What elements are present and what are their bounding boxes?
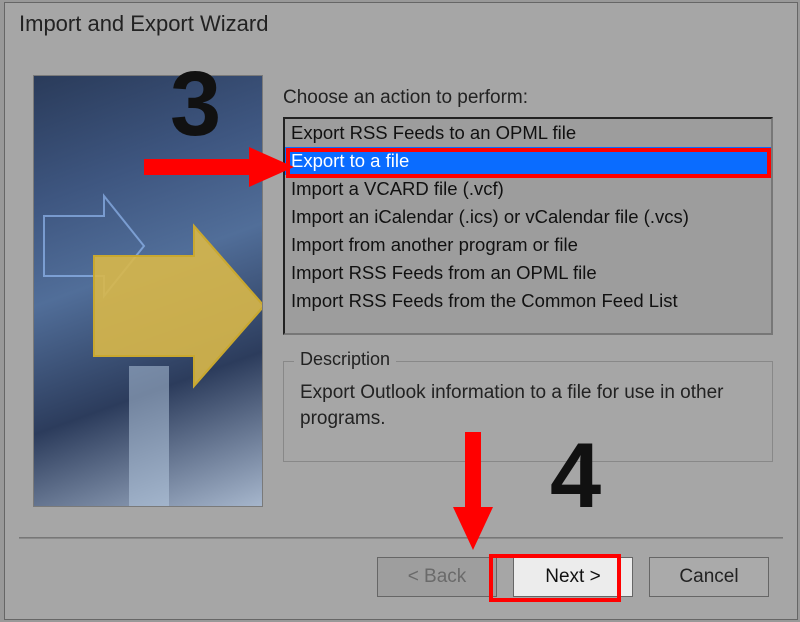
action-list-item[interactable]: Import a VCARD file (.vcf) [285,175,771,203]
action-list-item[interactable]: Import RSS Feeds from the Common Feed Li… [285,287,771,315]
wizard-right-column: Choose an action to perform: Export RSS … [283,75,773,507]
description-group: Description Export Outlook information t… [283,361,773,462]
import-export-wizard-dialog: Import and Export Wizard Choose an actio… [4,2,798,620]
action-list-item[interactable]: Export RSS Feeds to an OPML file [285,119,771,147]
action-list-item[interactable]: Import from another program or file [285,231,771,259]
description-legend: Description [294,349,396,370]
cancel-button[interactable]: Cancel [649,557,769,597]
back-button: < Back [377,557,497,597]
button-divider [19,537,783,539]
action-prompt-label: Choose an action to perform: [283,87,773,109]
wizard-side-image [33,75,263,507]
dialog-content: Choose an action to perform: Export RSS … [5,45,797,507]
description-text: Export Outlook information to a file for… [300,380,756,431]
dialog-title: Import and Export Wizard [5,3,797,45]
action-list-item[interactable]: Import RSS Feeds from an OPML file [285,259,771,287]
wizard-button-row: < Back Next > Cancel [377,557,769,597]
next-button[interactable]: Next > [513,557,633,597]
action-list-item[interactable]: Export to a file [285,147,771,175]
actions-listbox[interactable]: Export RSS Feeds to an OPML fileExport t… [283,117,773,335]
action-list-item[interactable]: Import an iCalendar (.ics) or vCalendar … [285,203,771,231]
